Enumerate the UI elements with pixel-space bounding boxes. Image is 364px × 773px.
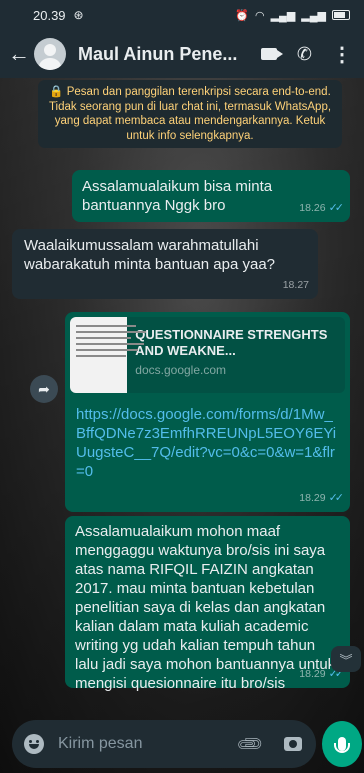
read-ticks-icon: ✓✓ (328, 202, 345, 214)
avatar[interactable] (34, 38, 66, 70)
scroll-down-icon[interactable]: ︾ (331, 646, 361, 672)
whatsapp-status-icon: ⊛ (73, 8, 84, 22)
link-preview-thumbnail (70, 317, 146, 393)
message-bubble-outgoing[interactable]: Assalamualaikum bisa minta bantuannya Ng… (72, 170, 350, 222)
encryption-notice[interactable]: 🔒 Pesan dan panggilan terenkripsi secara… (38, 80, 342, 148)
link-preview[interactable]: QUESTIONNAIRE STRENGHTS AND WEAKNE... do… (70, 317, 345, 393)
camera-icon[interactable] (284, 737, 302, 751)
signal-icon: ▂▄▆ (301, 9, 326, 22)
message-link[interactable]: https://docs.google.com/forms/d/1Mw_BffQ… (70, 393, 345, 481)
link-preview-title: QUESTIONNAIRE STRENGHTS AND WEAKNE... (135, 327, 328, 358)
message-text: Waalaikumussalam warahmatullahi wabaraka… (24, 237, 276, 273)
mic-button[interactable] (322, 721, 362, 767)
message-input[interactable] (56, 734, 220, 754)
status-bar: 20.39 ⊛ ⏰ ◠ ▂▄▆ ▂▄▆ (0, 0, 364, 30)
contact-name[interactable]: Maul Ainun Pene... (78, 44, 237, 65)
chat-header: ← Maul Ainun Pene... ✆ ⋮ (0, 30, 364, 78)
read-ticks-icon: ✓✓ (328, 492, 345, 504)
message-time: 18.27 (282, 279, 309, 291)
message-bubble-incoming[interactable]: Waalaikumussalam warahmatullahi wabaraka… (12, 229, 318, 299)
message-composer: 📎︎ (12, 720, 316, 768)
message-bubble-outgoing-link[interactable]: QUESTIONNAIRE STRENGHTS AND WEAKNE... do… (65, 312, 350, 512)
message-bubble-outgoing[interactable]: Assalamualaikum mohon maaf menggaggu wak… (65, 516, 350, 692)
alarm-icon: ⏰ (235, 9, 249, 22)
message-time: 18.26 (299, 202, 326, 214)
phone-icon[interactable]: ✆ (297, 44, 312, 65)
mic-icon (334, 737, 350, 753)
emoji-icon[interactable] (24, 734, 44, 754)
wifi-icon: ◠ (254, 9, 265, 22)
attach-icon[interactable]: 📎︎ (235, 728, 266, 759)
back-arrow-icon[interactable]: ← (8, 41, 30, 67)
link-preview-domain: docs.google.com (135, 363, 227, 377)
forward-icon[interactable]: ➦ (30, 375, 58, 403)
message-time: 18.29 (299, 668, 326, 680)
status-icons: ⏰ ◠ ▂▄▆ ▂▄▆ (235, 9, 350, 22)
more-vert-icon[interactable]: ⋮ (332, 42, 352, 67)
status-time: 20.39 (33, 7, 66, 23)
battery-icon (332, 10, 350, 20)
signal-icon: ▂▄▆ (270, 9, 296, 22)
video-call-icon[interactable] (260, 48, 283, 60)
message-time: 18.29 (299, 492, 326, 504)
